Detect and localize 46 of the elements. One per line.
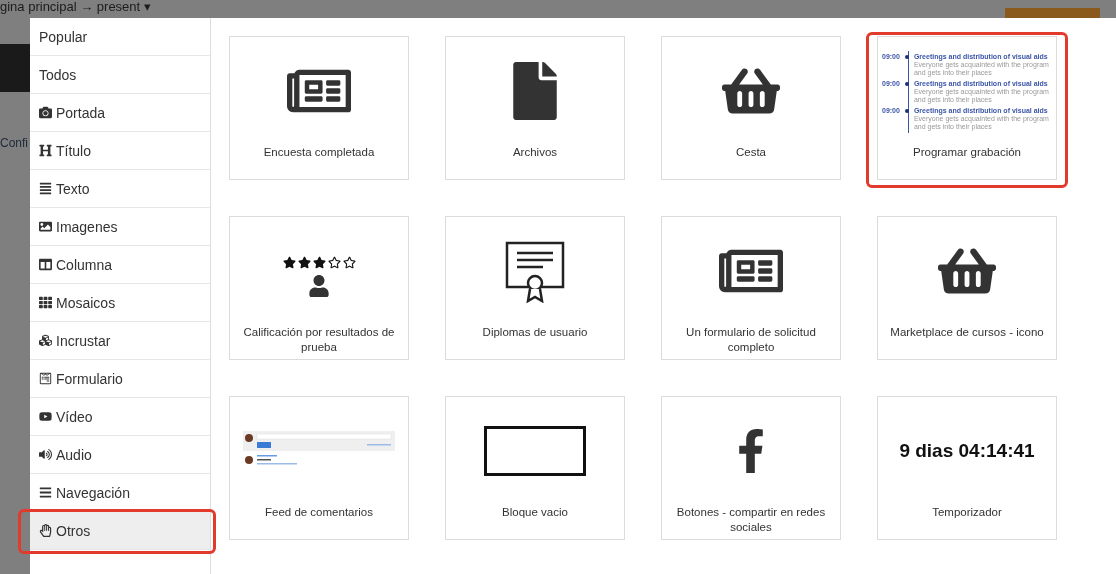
block-tile[interactable]: Calificación por resultados de prueba <box>229 216 409 360</box>
menu-icon <box>39 486 52 499</box>
block-tile[interactable] <box>877 36 1057 180</box>
category-item[interactable]: Otros <box>30 512 210 550</box>
text-lines-icon <box>39 182 52 195</box>
tile-label: Feed de comentarios <box>263 505 374 520</box>
dark-banner <box>0 44 30 92</box>
tile-label: Bloque vacio <box>501 505 569 520</box>
hand-icon <box>39 524 52 537</box>
tile-label: Marketplace de cursos - icono <box>889 325 1045 340</box>
tile-label: Archivos <box>511 145 559 160</box>
form-icon <box>39 372 52 385</box>
timeline-dot <box>904 109 909 113</box>
block-tile[interactable]: Encuesta completada <box>229 36 409 180</box>
tile-label: Temporizador <box>931 505 1003 520</box>
block-tile[interactable]: Botones - compartir en redes sociales <box>661 396 841 540</box>
side-tab-label: Confi <box>0 136 29 150</box>
certificate-icon <box>503 239 567 303</box>
block-tile[interactable]: Marketplace de cursos - icono <box>877 216 1057 360</box>
tile-label: Encuesta completada <box>262 145 376 160</box>
tile-label: Programar grabación <box>912 145 1022 160</box>
breadcrumb: gina principal → present ▾ <box>0 0 151 14</box>
person-icon <box>308 274 330 297</box>
tile-label: Diplomas de usuario <box>481 325 589 340</box>
block-tile[interactable]: Feed de comentarios <box>229 396 409 540</box>
block-tile[interactable]: Bloque vacio <box>445 396 625 540</box>
image-icon <box>39 220 52 233</box>
timeline-dot <box>904 55 909 59</box>
timeline-dot <box>904 82 909 86</box>
tile-label: Cesta <box>734 145 767 160</box>
block-tile[interactable]: Un formulario de solicitud completo <box>661 216 841 360</box>
speaker-icon <box>39 448 52 461</box>
block-tile[interactable]: Archivos <box>445 36 625 180</box>
tile-label: Botones - compartir en redes sociales <box>675 505 827 535</box>
block-tile[interactable]: Cesta <box>661 36 841 180</box>
grid-icon <box>39 296 52 309</box>
columns-icon <box>39 258 52 271</box>
block-tile[interactable]: Diplomas de usuario <box>445 216 625 360</box>
tile-label: Calificación por resultados de prueba <box>242 325 396 355</box>
video-icon <box>39 410 52 423</box>
countdown: 9 dias 04:14:41 <box>899 440 1035 462</box>
camera-icon <box>39 106 52 119</box>
cubes-icon <box>39 334 52 347</box>
block-tile[interactable]: 9 dias 04:14:41 Temporizador <box>877 396 1057 540</box>
heading-icon <box>39 144 52 157</box>
tile-label: Un formulario de solicitud completo <box>685 325 817 355</box>
